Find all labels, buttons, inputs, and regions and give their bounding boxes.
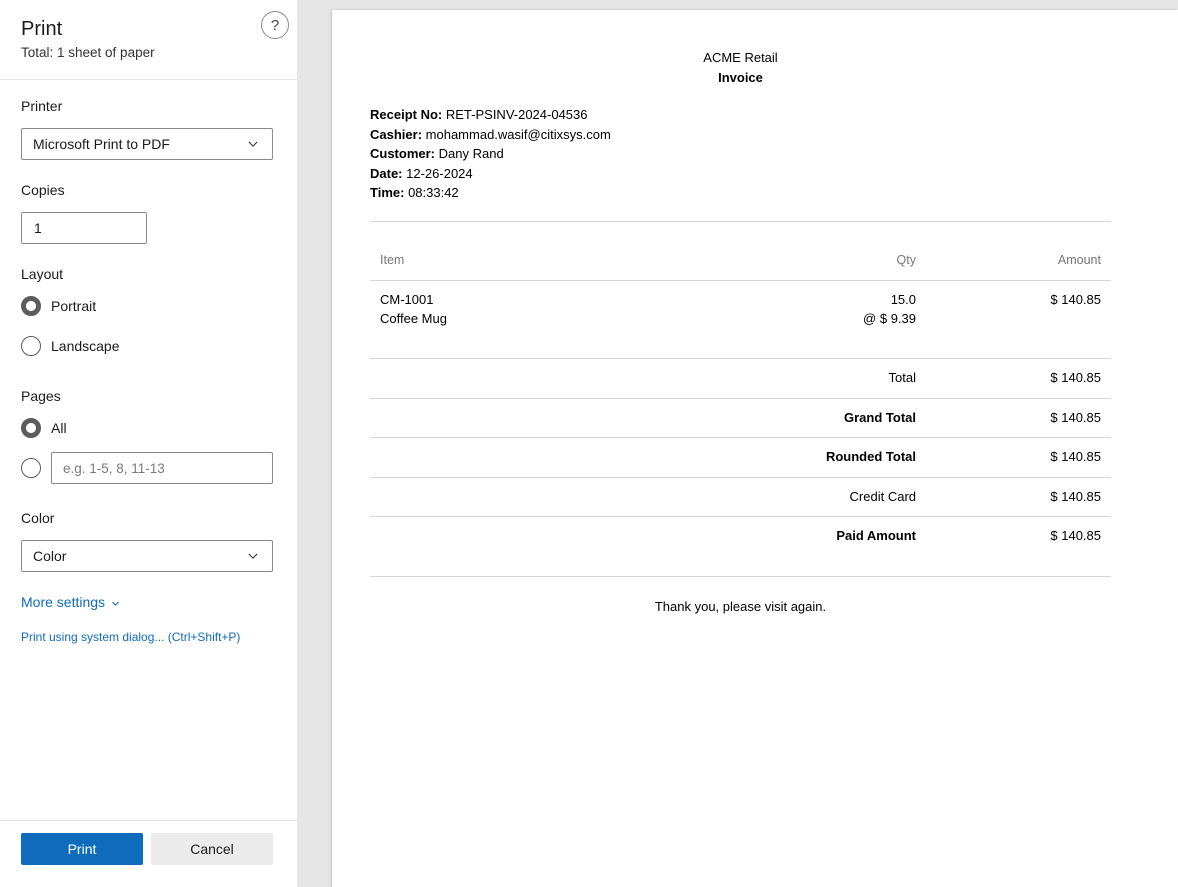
printer-selected-value: Microsoft Print to PDF: [33, 136, 170, 152]
help-icon: ?: [270, 16, 280, 34]
color-label: Color: [21, 510, 55, 526]
total-label: Total: [888, 370, 916, 385]
item-rate: @ $ 9.39: [863, 311, 916, 326]
item-qty: 15.0: [890, 292, 916, 307]
date-row: Date: 12-26-2024: [370, 165, 473, 181]
pages-all-option[interactable]: All: [21, 418, 67, 438]
landscape-label: Landscape: [51, 338, 120, 354]
pages-all-radio[interactable]: [21, 418, 41, 438]
panel-title: Print: [21, 18, 63, 40]
customer-row: Customer: Dany Rand: [370, 146, 504, 161]
copies-input[interactable]: 1: [21, 212, 147, 244]
panel-footer: Print Cancel: [0, 820, 297, 887]
receipt-no-row: Receipt No: RET-PSINV-2024-04536: [370, 107, 588, 122]
copies-value: 1: [34, 220, 42, 236]
layout-portrait-option[interactable]: Portrait: [21, 296, 96, 316]
landscape-radio[interactable]: [21, 336, 41, 356]
item-code: CM-1001: [380, 292, 434, 307]
portrait-radio[interactable]: [21, 296, 41, 316]
divider: [370, 358, 1111, 359]
time-row: Time: 08:33:42: [370, 185, 459, 200]
pages-range-placeholder: e.g. 1-5, 8, 11-13: [63, 460, 165, 476]
printer-label: Printer: [21, 98, 63, 114]
chevron-down-icon: [112, 601, 119, 606]
divider: [370, 280, 1111, 281]
printer-select[interactable]: Microsoft Print to PDF: [21, 128, 273, 160]
pages-range-input[interactable]: e.g. 1-5, 8, 11-13: [51, 452, 273, 484]
item-name: Coffee Mug: [380, 311, 447, 326]
cashier-row: Cashier: mohammad.wasif@citixsys.com: [370, 126, 611, 142]
color-select[interactable]: Color: [21, 540, 273, 572]
credit-card-label: Credit Card: [849, 489, 916, 504]
pages-label: Pages: [21, 388, 61, 404]
credit-card-value: $ 140.85: [1050, 489, 1101, 504]
thank-you-note: Thank you, please visit again.: [654, 599, 827, 614]
divider: [370, 221, 1111, 222]
print-button[interactable]: Print: [21, 833, 143, 865]
chevron-down-icon: [248, 141, 258, 147]
paid-amount-label: Paid Amount: [836, 528, 916, 543]
divider: [370, 477, 1111, 478]
invoice-meta: Receipt No: RET-PSINV-2024-04536 Cashier…: [370, 105, 611, 203]
item-amount: $ 140.85: [1050, 292, 1101, 307]
more-settings-link[interactable]: More settings: [21, 594, 120, 610]
rounded-total-label: Rounded Total: [825, 449, 916, 464]
layout-label: Layout: [21, 266, 64, 282]
help-button[interactable]: ?: [261, 11, 289, 39]
print-settings-panel: Print Total: 1 sheet of paper ? Printer …: [0, 0, 297, 887]
more-settings-label: More settings: [21, 594, 106, 610]
layout-landscape-option[interactable]: Landscape: [21, 336, 120, 356]
preview-page: ACME Retail Invoice Receipt No: RET-PSIN…: [332, 10, 1178, 887]
divider: [370, 398, 1111, 399]
panel-header: Print Total: 1 sheet of paper ?: [0, 0, 297, 80]
sheet-count: Total: 1 sheet of paper: [21, 45, 155, 60]
copies-label: Copies: [21, 182, 65, 198]
pages-custom-radio[interactable]: [21, 458, 41, 478]
system-dialog-link[interactable]: Print using system dialog... (Ctrl+Shift…: [21, 630, 240, 644]
column-header-qty: Qty: [896, 253, 916, 267]
divider: [370, 437, 1111, 438]
cancel-button[interactable]: Cancel: [151, 833, 273, 865]
company-name: ACME Retail: [703, 50, 778, 65]
invoice-title: Invoice: [718, 70, 763, 85]
pages-custom-option[interactable]: [21, 458, 51, 478]
grand-total-value: $ 140.85: [1050, 410, 1101, 425]
total-value: $ 140.85: [1050, 370, 1101, 385]
chevron-down-icon: [248, 553, 258, 559]
column-header-amount: Amount: [1057, 253, 1101, 267]
portrait-label: Portrait: [51, 298, 97, 314]
divider: [370, 576, 1111, 577]
color-selected-value: Color: [33, 548, 67, 564]
column-header-item: Item: [380, 253, 405, 267]
paid-amount-value: $ 140.85: [1050, 528, 1101, 543]
rounded-total-value: $ 140.85: [1050, 449, 1101, 464]
grand-total-label: Grand Total: [844, 410, 916, 425]
divider: [370, 516, 1111, 517]
pages-all-label: All: [51, 420, 67, 436]
